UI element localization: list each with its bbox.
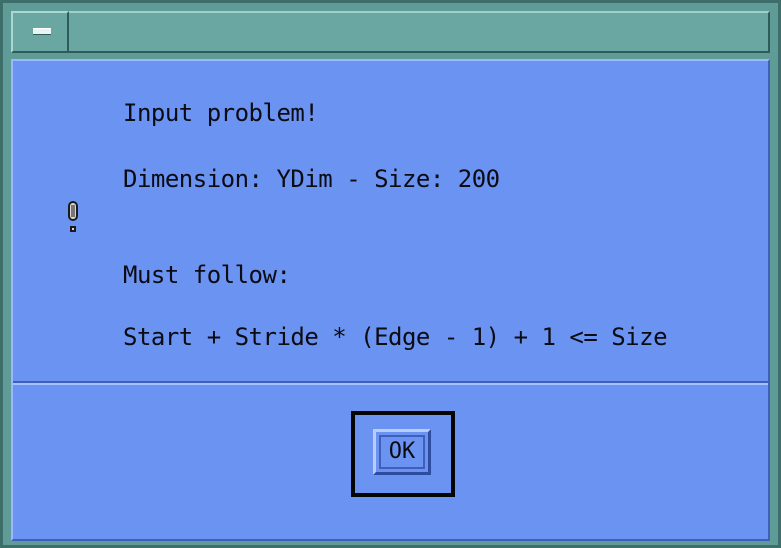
ok-button[interactable]: OK — [373, 429, 431, 475]
dialog-body: Input problem! Dimension: YDim - Size: 2… — [11, 59, 770, 541]
window-menu-button[interactable] — [11, 11, 69, 53]
button-separator — [13, 381, 768, 385]
message-rule-heading: Must follow: — [123, 261, 291, 289]
ok-default-frame: OK — [351, 411, 455, 497]
exclamation-icon — [68, 201, 78, 232]
message-rule-formula: Start + Stride * (Edge - 1) + 1 <= Size — [123, 323, 668, 351]
window-menu-icon — [33, 28, 51, 35]
message-title: Input problem! — [123, 99, 319, 127]
dialog-window: Input problem! Dimension: YDim - Size: 2… — [0, 0, 781, 548]
title-bar[interactable] — [11, 11, 770, 53]
message-dimension: Dimension: YDim - Size: 200 — [123, 165, 500, 193]
